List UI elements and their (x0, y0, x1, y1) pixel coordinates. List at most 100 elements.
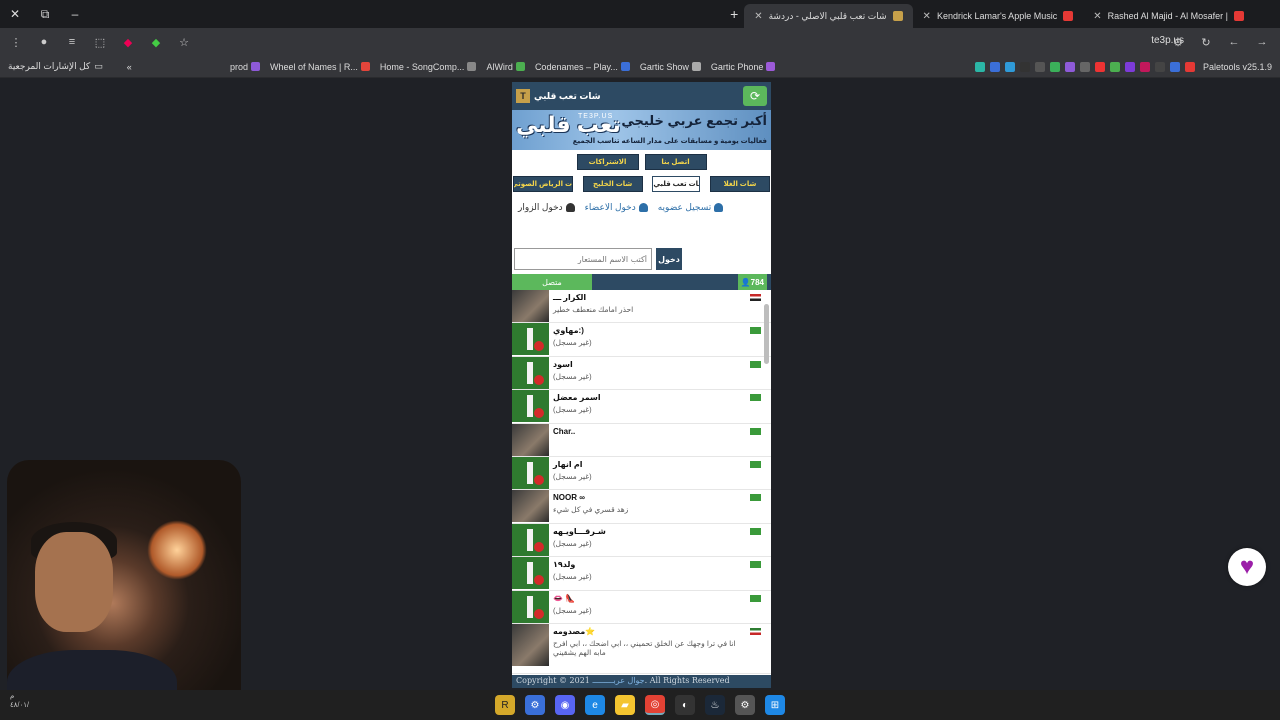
list-item[interactable]: ام انهار (غير مسجل) (512, 456, 771, 491)
bookmark-icons[interactable] (974, 61, 1195, 72)
youtube-favicon-icon (1234, 11, 1244, 21)
room-ghala[interactable]: شات الغلا (709, 176, 770, 192)
steam-icon[interactable]: ♨ (705, 695, 725, 715)
avatar (512, 423, 549, 456)
avatar (512, 623, 549, 666)
contact-us-button[interactable]: اتصل بنا (644, 154, 707, 170)
profile-icon[interactable]: ● (32, 30, 56, 54)
ublock-icon[interactable]: ◆ (116, 30, 140, 54)
extensions-icon[interactable]: ⬚ (88, 30, 112, 54)
settings-app-icon[interactable]: ⚙ (525, 695, 545, 715)
bookmark-item[interactable]: prod (230, 62, 261, 72)
site-logo-icon: T (516, 89, 530, 103)
bookmark-item[interactable]: Wheel of Names | R... (270, 62, 370, 72)
list-item[interactable]: NOOR ∞ زهد قسري في كل شيء (512, 490, 771, 524)
user-plus-icon (714, 203, 724, 212)
list-item[interactable]: مصدومه⭐ انا في ترا وجهك عن الخلق تحميني ،… (512, 623, 771, 674)
file-explorer-icon[interactable]: ▰ (615, 695, 635, 715)
user-list-scrollbar[interactable] (764, 292, 770, 672)
discord-icon[interactable]: ◉ (555, 695, 575, 715)
youtube-favicon-icon (1063, 11, 1074, 21)
page-footer: Copyright © 2021 جوال عربـــــــــ. All … (512, 675, 771, 688)
te3p-favicon-icon (892, 11, 903, 21)
banner-site: TE3P.US (578, 113, 614, 120)
site-banner: تعب قلبي TE3P.US أكبر تجمع عربي خليجي فع… (512, 110, 771, 150)
rockstar-icon[interactable]: R (495, 695, 515, 715)
avatar (512, 290, 549, 322)
list-item[interactable]: اسود (غير مسجل) (512, 356, 771, 391)
tab-kendrick[interactable]: ✕ Kendrick Lamar's Apple Music (913, 4, 1084, 28)
close-tab-icon[interactable]: ✕ (754, 11, 762, 22)
minimize-icon[interactable]: – (60, 0, 90, 28)
back-icon[interactable]: ← (1222, 30, 1246, 54)
refresh-button[interactable]: ⟳ (743, 86, 767, 106)
windows-start-icon[interactable]: ⊞ (765, 695, 785, 715)
tab-label: Rashed Al Majid - Al Mosafer | (1107, 11, 1228, 21)
list-item[interactable]: شـرقـــاويـهه (غير مسجل) (512, 523, 771, 558)
close-tab-icon[interactable]: ✕ (1093, 11, 1101, 22)
avatar (512, 523, 549, 556)
bookmark-item[interactable]: Home - SongComp... (380, 62, 477, 72)
close-tab-icon[interactable]: ✕ (923, 11, 931, 22)
media-icon[interactable]: ≡ (60, 30, 84, 54)
list-item[interactable]: اسمر معضل (غير مسجل) (512, 390, 771, 424)
tab-search-icon[interactable]: ⧉ (30, 0, 60, 28)
subscriptions-button[interactable]: الاشتراكات (576, 154, 639, 170)
chat-page: T شات تعب قلبي ⟳ تعب قلبي TE3P.US أكبر ت… (512, 82, 771, 688)
close-window-icon[interactable]: ✕ (0, 0, 30, 28)
obs-icon[interactable]: ◐ (675, 695, 695, 715)
bookmark-item[interactable]: AlWird (486, 62, 525, 72)
site-settings-icon[interactable]: ⚙ (1166, 30, 1190, 54)
list-item[interactable]: Char.. (512, 423, 771, 457)
bookmark-item[interactable]: Gartic Show (640, 62, 701, 72)
browser-toolbar: ⋮ ● ≡ ⬚ ◆ ◆ ☆ te3p.us ⚙ ↻ ← → (0, 28, 1280, 56)
chevron-more-icon[interactable]: « (127, 62, 132, 72)
heart-float-button[interactable]: ♥ (1228, 548, 1266, 586)
room-riyadh-voice[interactable]: ت الرياض الصوتي (513, 176, 573, 192)
tab-te3p[interactable]: ✕ شات تعب قلبي الاصلي - دردشة (744, 4, 913, 28)
login-form: دخول (514, 248, 682, 270)
chrome-icon[interactable]: ◎ (645, 695, 665, 715)
scrollbar-thumb[interactable] (764, 304, 769, 364)
avatar (512, 490, 549, 523)
bookmark-paletools[interactable]: Paletools v25.1.9 (1203, 62, 1272, 72)
login-button[interactable]: دخول (656, 248, 682, 270)
new-tab-button[interactable]: + (724, 6, 744, 22)
saudi-flag-icon (750, 460, 761, 468)
register-link[interactable]: تسجيل عضويه (658, 202, 724, 213)
online-count: 👤 784 (737, 274, 767, 290)
person-face (35, 532, 113, 632)
avatar (512, 557, 549, 590)
bookmark-item[interactable]: Gartic Phone (711, 62, 776, 72)
bookmark-star-icon[interactable]: ☆ (172, 30, 196, 54)
guest-login-link[interactable]: دخول الزوار (518, 202, 575, 213)
list-item[interactable]: مهاوي:) (غير مسجل) (512, 323, 771, 357)
online-label: متصل (512, 274, 592, 290)
reload-icon[interactable]: ↻ (1194, 30, 1218, 54)
os-taskbar: م ٤٨/٠١/ R ⚙ ◉ e ▰ ◎ ◐ ♨ ⚙ ⊞ (0, 690, 1280, 720)
edge-icon[interactable]: e (585, 695, 605, 715)
system-clock: م ٤٨/٠١/ (10, 693, 29, 709)
room-te3p[interactable]: شات تعب قلبي (652, 176, 701, 192)
saudi-flag-icon (750, 527, 761, 535)
bookmark-item[interactable]: Codenames – Play... (535, 62, 630, 72)
forward-icon[interactable]: → (1250, 30, 1274, 54)
user-list: الكرار ـــ احذر امامك منعطف خطير مهاوي:)(… (512, 290, 771, 675)
saudi-flag-icon (750, 561, 761, 569)
shield-icon[interactable]: ◆ (144, 30, 168, 54)
banner-subline: فعاليات يومية و مسابقات على مدار الساعه … (572, 138, 767, 145)
members-login-link[interactable]: دخول الاعضاء (585, 202, 648, 213)
list-item[interactable]: 👄 👠 (غير مسجل) (512, 590, 771, 624)
footer-link[interactable]: جوال عربـــــــــ (592, 676, 644, 685)
all-bookmarks-label[interactable]: كل الإشارات المرجعية (8, 61, 90, 72)
list-item[interactable]: الكرار ـــ احذر امامك منعطف خطير (512, 290, 771, 324)
saudi-flag-icon (750, 327, 761, 335)
chat-title: شات تعب قلبي (534, 90, 601, 101)
tab-rashed[interactable]: ✕ Rashed Al Majid - Al Mosafer | (1083, 4, 1254, 28)
gear-icon[interactable]: ⚙ (735, 695, 755, 715)
room-gulf[interactable]: شات الخليج (582, 176, 643, 192)
list-item[interactable]: ولد١٩ (غير مسجل) (512, 557, 771, 591)
nickname-input[interactable] (514, 248, 652, 270)
avatar (512, 323, 549, 356)
menu-icon[interactable]: ⋮ (4, 30, 28, 54)
